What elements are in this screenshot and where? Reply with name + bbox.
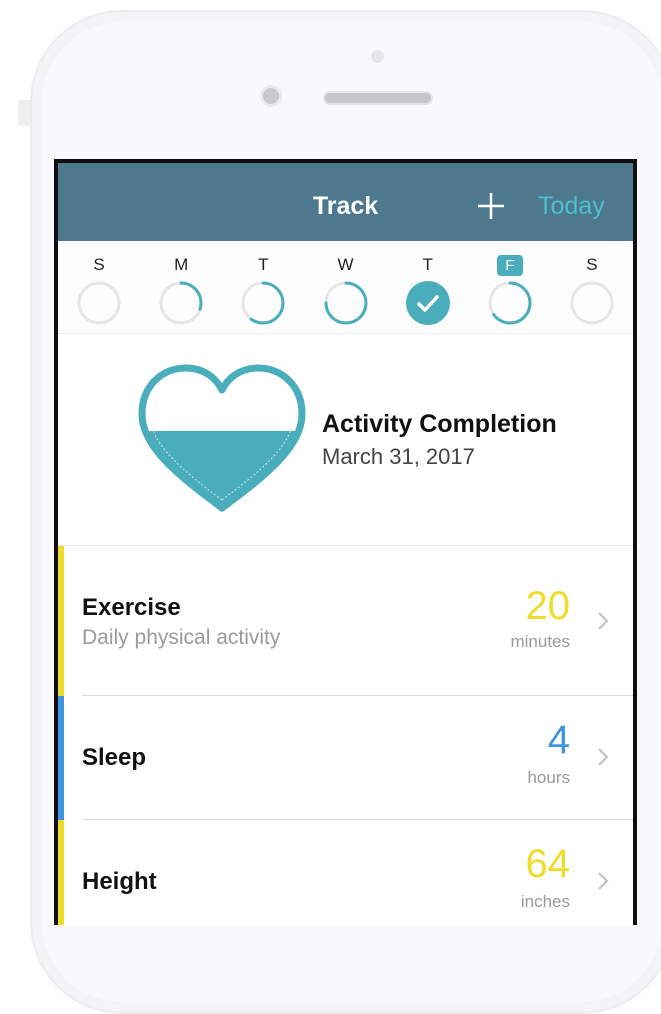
today-button[interactable]: Today [538, 163, 605, 241]
progress-ring [488, 281, 532, 325]
progress-ring [77, 281, 121, 325]
plus-icon[interactable] [476, 191, 506, 221]
day-letter: M [174, 255, 189, 274]
row-value: 20 [525, 584, 571, 628]
navigation-bar: Track Today [58, 163, 633, 241]
summary-date: March 31, 2017 [322, 444, 475, 469]
earpiece-speaker [323, 91, 433, 105]
progress-ring [570, 281, 614, 325]
row-color-bar [58, 820, 64, 925]
chevron-right-icon [598, 612, 609, 630]
row-color-bar [58, 696, 64, 820]
row-title: Sleep [82, 744, 147, 771]
row-unit: inches [520, 892, 570, 911]
day-item[interactable]: F [485, 241, 535, 333]
phone-screen: Track Today SMTWTFS Activity Completion … [54, 159, 637, 925]
row-title: Height [82, 868, 157, 895]
row-color-bar [58, 546, 64, 696]
check-circle-icon [405, 281, 450, 325]
chevron-right-icon [598, 748, 609, 766]
day-item[interactable]: S [74, 241, 124, 333]
day-letter: W [337, 255, 354, 274]
proximity-sensor [371, 50, 384, 63]
row-title: Exercise [82, 594, 181, 621]
progress-ring [324, 281, 367, 325]
row-unit: minutes [510, 632, 570, 651]
progress-ring [159, 281, 203, 325]
day-letter: F [496, 255, 523, 276]
day-letter: T [422, 255, 433, 274]
activity-summary: Activity Completion March 31, 2017 [58, 334, 633, 546]
row-unit: hours [527, 768, 570, 787]
list-item-exercise[interactable]: Exercise Daily physical activity 20 minu… [58, 546, 633, 696]
day-item[interactable]: S [567, 241, 617, 333]
day-letter: T [258, 255, 269, 274]
heart-fill [142, 431, 302, 508]
row-subtitle: Daily physical activity [82, 626, 281, 649]
day-item[interactable]: M [156, 241, 206, 333]
day-item[interactable]: T [238, 241, 288, 333]
day-letter: S [586, 255, 598, 274]
day-item[interactable]: T [403, 241, 453, 333]
summary-title: Activity Completion [322, 410, 557, 438]
day-item[interactable]: W [321, 241, 371, 333]
row-value: 64 [525, 842, 571, 886]
progress-ring [241, 281, 285, 325]
chevron-right-icon [598, 872, 609, 890]
list-item-sleep[interactable]: Sleep 4 hours [58, 696, 633, 820]
heart-icon [138, 364, 306, 512]
list-item-height[interactable]: Height 64 inches [58, 820, 633, 925]
day-letter: S [93, 255, 105, 274]
app-view: Track Today SMTWTFS Activity Completion … [58, 163, 633, 925]
row-value: 4 [547, 718, 570, 762]
front-camera [260, 85, 282, 107]
week-selector: SMTWTFS [58, 241, 633, 334]
